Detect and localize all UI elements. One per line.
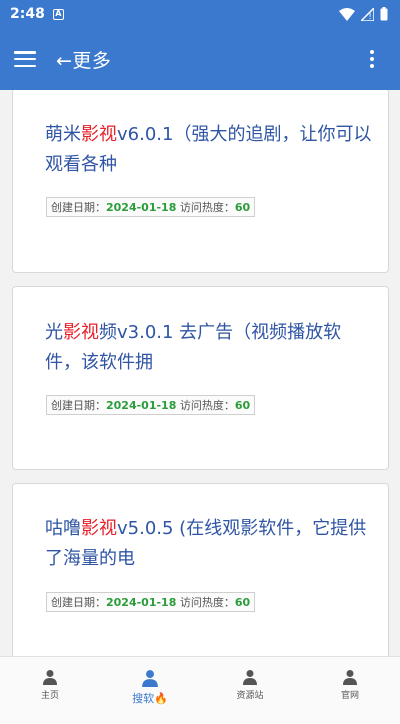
person-icon: [343, 670, 357, 685]
list-item[interactable]: 光影视频v3.0.1 去广告（视频播放软件，该软件拥 创建日期：2024-01-…: [12, 286, 389, 470]
bottom-nav: 主页 搜软🔥 资源站 官网: [0, 656, 400, 724]
nav-label: 搜软🔥: [132, 692, 168, 705]
status-bar: 2:48 A !: [0, 0, 400, 28]
more-options-icon[interactable]: [370, 50, 374, 68]
battery-icon: [380, 7, 388, 21]
status-time: 2:48: [10, 6, 45, 22]
list-item[interactable]: 咕噜影视v5.0.5 (在线观影软件，它提供了海量的电 创建日期：2024-01…: [12, 483, 389, 656]
nav-label: 资源站: [236, 691, 264, 701]
menu-icon[interactable]: [14, 51, 36, 67]
wifi-icon: [339, 7, 355, 21]
nav-search-software[interactable]: 搜软🔥: [100, 657, 200, 724]
signal-icon: !: [361, 7, 374, 21]
nav-home[interactable]: 主页: [0, 657, 100, 724]
item-meta: 创建日期：2024-01-18 访问热度：60: [46, 197, 256, 217]
person-icon: [243, 670, 257, 685]
list-item[interactable]: 萌米影视v6.0.1（强大的追剧，让你可以观看各种 创建日期：2024-01-1…: [12, 90, 389, 273]
nav-label: 官网: [340, 691, 359, 701]
item-title[interactable]: 咕噜影视v5.0.5 (在线观影软件，它提供了海量的电: [45, 514, 372, 574]
page-title[interactable]: ←更多: [56, 46, 111, 73]
nav-label: 主页: [40, 691, 59, 701]
person-icon: [142, 670, 158, 687]
nav-official-site[interactable]: 官网: [300, 657, 400, 724]
svg-text:!: !: [369, 12, 372, 21]
item-title[interactable]: 光影视频v3.0.1 去广告（视频播放软件，该软件拥: [45, 318, 372, 378]
notification-icon: A: [52, 8, 64, 20]
item-title[interactable]: 萌米影视v6.0.1（强大的追剧，让你可以观看各种: [45, 120, 372, 180]
app-bar: ←更多: [0, 28, 400, 90]
item-meta: 创建日期：2024-01-18 访问热度：60: [46, 395, 256, 415]
item-meta: 创建日期：2024-01-18 访问热度：60: [46, 592, 256, 612]
nav-resource-site[interactable]: 资源站: [200, 657, 300, 724]
person-icon: [43, 670, 57, 685]
card-list[interactable]: 萌米影视v6.0.1（强大的追剧，让你可以观看各种 创建日期：2024-01-1…: [0, 90, 400, 656]
